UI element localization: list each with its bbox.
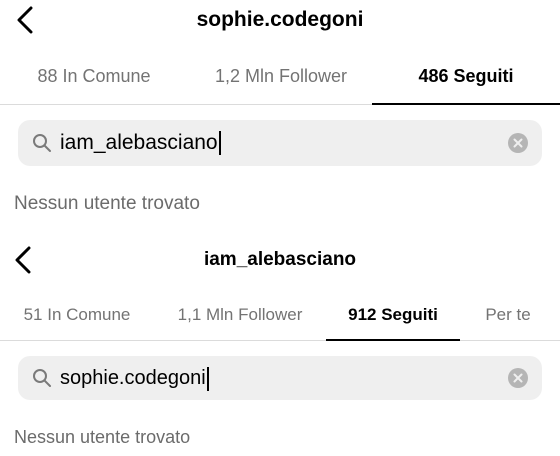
tabs-divider <box>0 340 560 341</box>
clear-icon[interactable] <box>508 133 528 153</box>
text-cursor <box>206 366 209 391</box>
header: sophie.codegoni <box>0 0 560 40</box>
empty-results-message: Nessun utente trovato <box>14 193 200 214</box>
tab-in-comune[interactable]: 88 In Comune <box>14 56 174 96</box>
search-field-value: iam_alebasciano <box>60 120 221 166</box>
tab-seguiti[interactable]: 486 Seguiti <box>372 56 560 96</box>
search-input[interactable]: iam_alebasciano <box>18 120 542 166</box>
header: iam_alebasciano <box>0 240 560 280</box>
search-field-value: sophie.codegoni <box>60 356 209 400</box>
text-cursor <box>218 131 221 156</box>
profile-following-panel-ale: iam_alebasciano 51 In Comune 1,1 Mln Fol… <box>0 228 560 456</box>
tab-follower[interactable]: 1,2 Mln Follower <box>196 56 366 96</box>
tab-follower[interactable]: 1,1 Mln Follower <box>164 295 316 335</box>
empty-results-message: Nessun utente trovato <box>14 427 191 447</box>
active-tab-indicator <box>326 339 460 341</box>
page-title: iam_alebasciano <box>203 249 357 270</box>
search-icon <box>33 369 51 387</box>
tab-per-te[interactable]: Per te <box>468 295 548 335</box>
page-title: sophie.codegoni <box>196 8 364 31</box>
clear-icon[interactable] <box>508 368 528 388</box>
profile-following-panel-sophie: sophie.codegoni 88 In Comune 1,2 Mln Fol… <box>0 0 560 228</box>
tab-seguiti[interactable]: 912 Seguiti <box>326 295 460 335</box>
tab-in-comune[interactable]: 51 In Comune <box>14 295 140 335</box>
search-icon <box>33 134 51 152</box>
active-tab-indicator <box>372 103 560 105</box>
search-input[interactable]: sophie.codegoni <box>18 356 542 400</box>
